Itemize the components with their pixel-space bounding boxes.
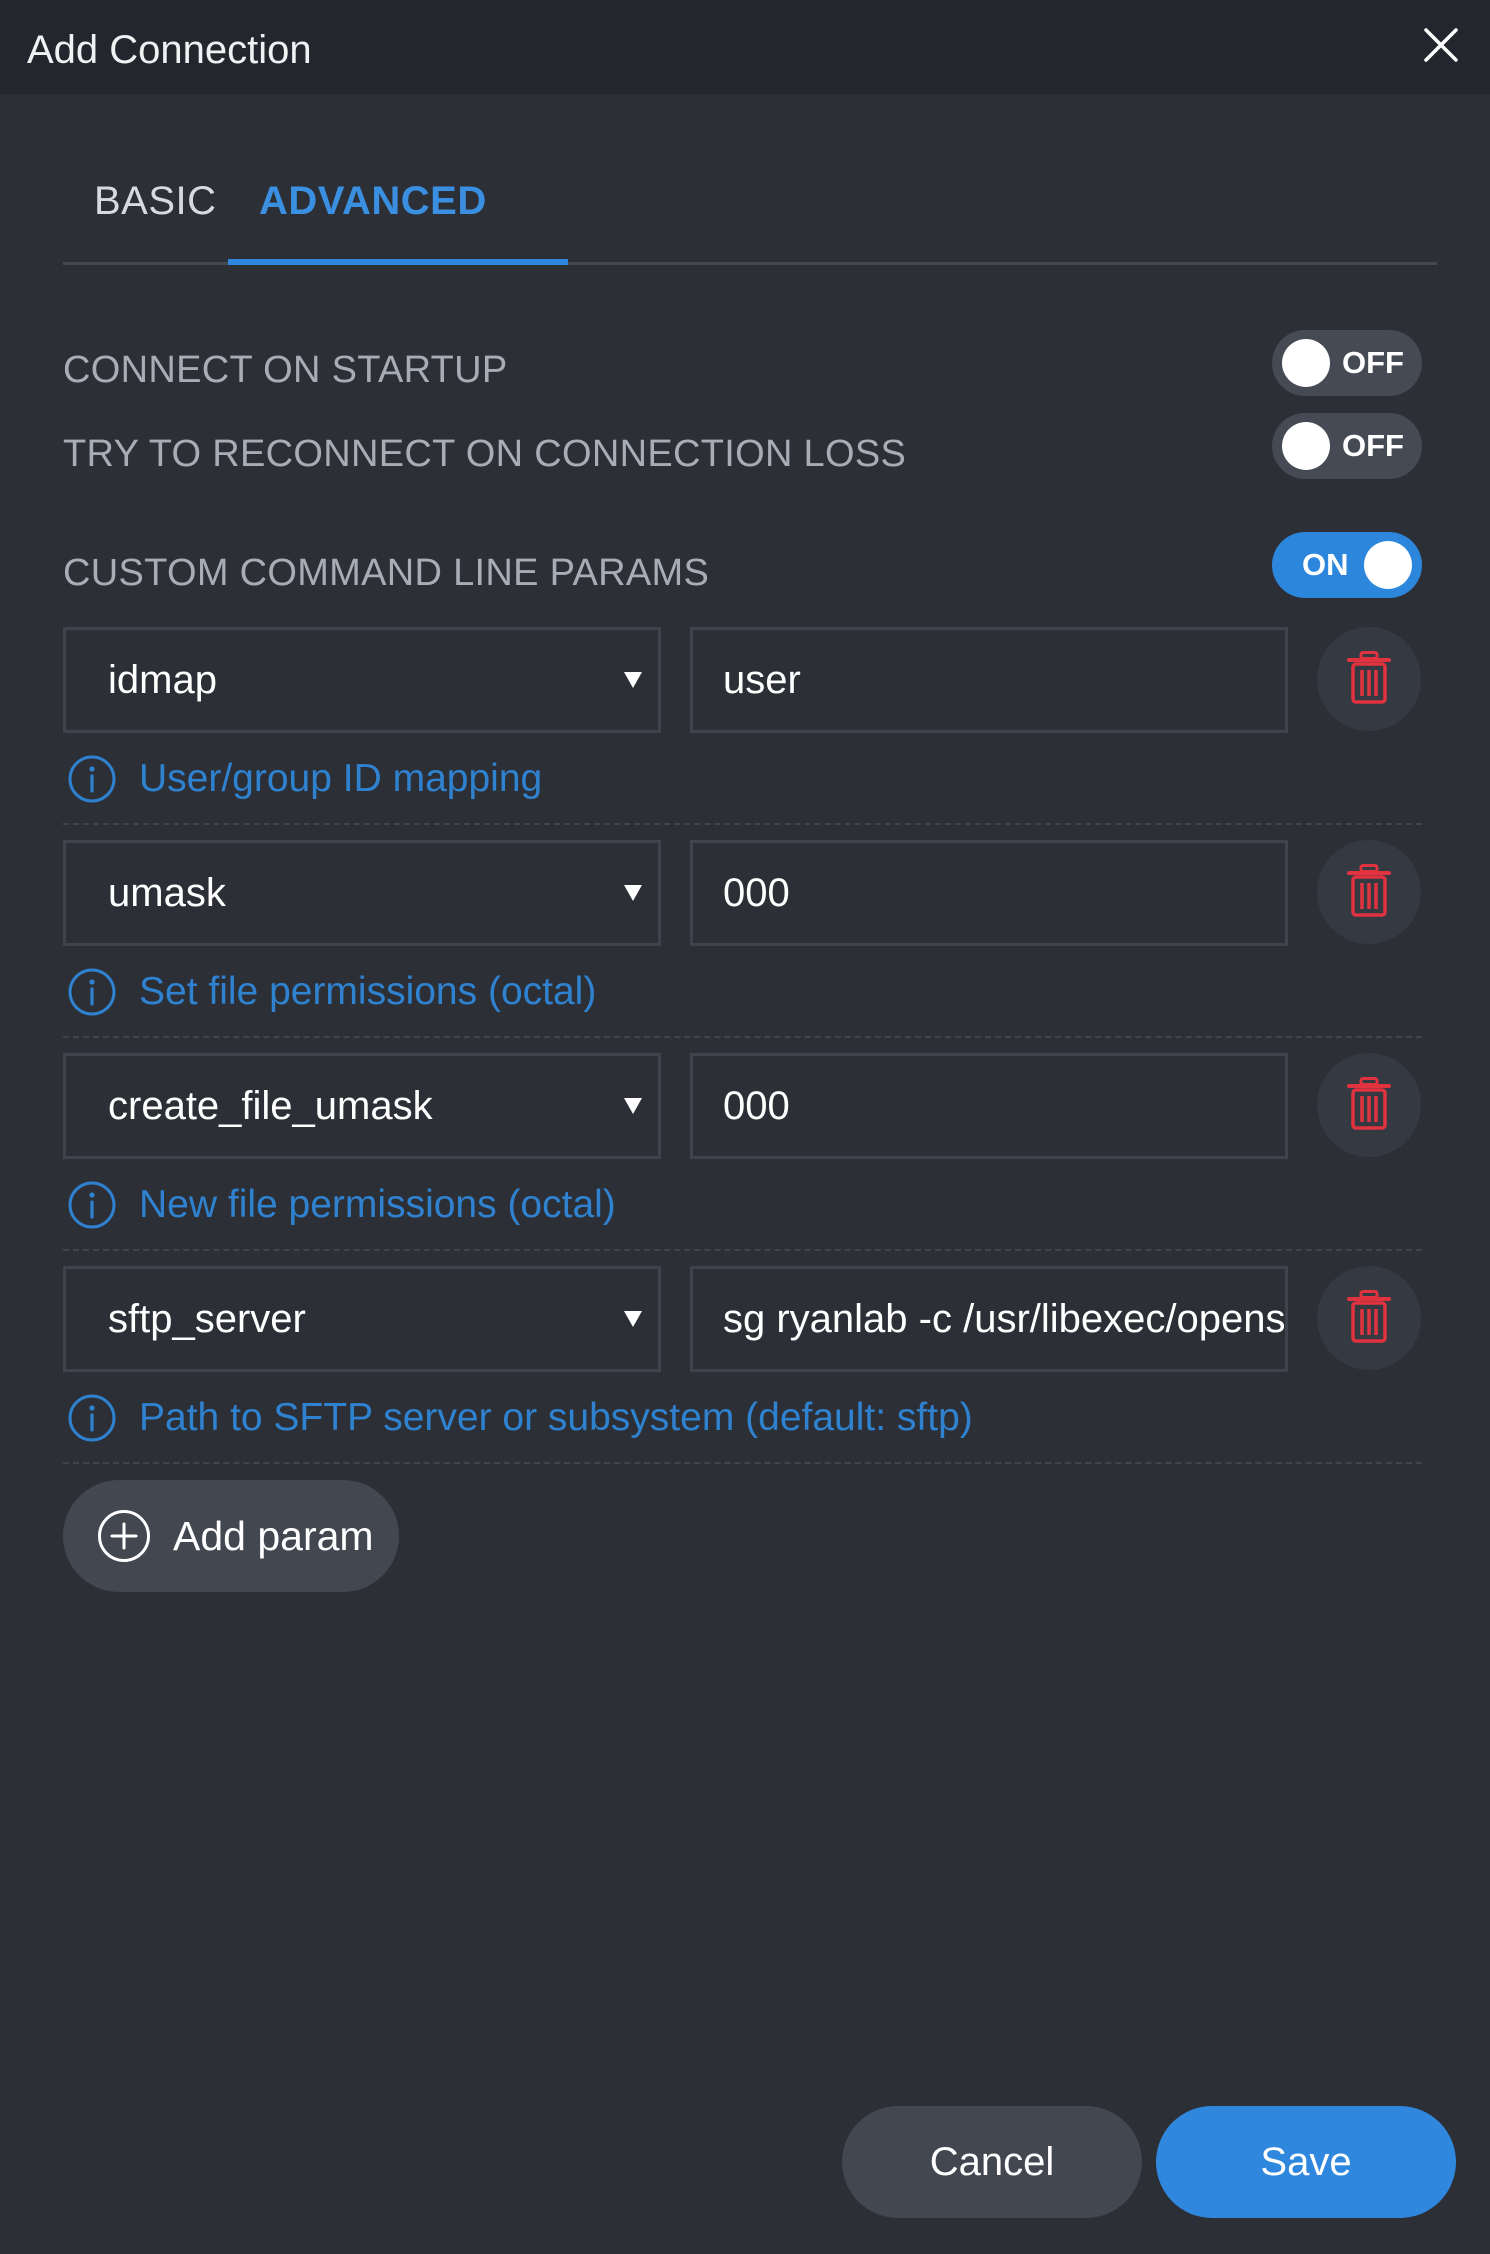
info-icon (68, 1394, 116, 1442)
cancel-button[interactable]: Cancel (842, 2106, 1142, 2218)
toggle-knob (1282, 339, 1330, 387)
param-name-select[interactable]: sftp_server (63, 1266, 661, 1372)
tab-basic[interactable]: BASIC (94, 176, 217, 226)
reconnect-label: TRY TO RECONNECT ON CONNECTION LOSS (63, 433, 907, 475)
row-divider (63, 823, 1422, 825)
close-icon (1424, 28, 1458, 62)
reconnect-toggle[interactable]: OFF (1272, 413, 1422, 479)
caret-down-icon (624, 885, 642, 901)
toggle-knob (1364, 541, 1412, 589)
param-value-input[interactable] (690, 840, 1288, 946)
row-divider (63, 1036, 1422, 1038)
active-tab-indicator (228, 259, 568, 265)
trash-icon (1347, 1290, 1391, 1343)
trash-icon (1347, 1077, 1391, 1130)
param-hint-text: Set file permissions (octal) (139, 970, 597, 1013)
connect-on-startup-toggle[interactable]: OFF (1272, 330, 1422, 396)
delete-param-button[interactable] (1317, 1266, 1421, 1370)
dialog-titlebar: Add Connection (0, 0, 1490, 94)
toggle-knob (1282, 422, 1330, 470)
custom-params-label: CUSTOM COMMAND LINE PARAMS (63, 552, 710, 594)
info-icon (68, 968, 116, 1016)
toggle-state-text: ON (1302, 547, 1349, 582)
param-value-input[interactable] (690, 1053, 1288, 1159)
tab-advanced[interactable]: ADVANCED (259, 176, 487, 226)
param-name-value: sftp_server (108, 1297, 306, 1341)
info-icon (68, 755, 116, 803)
close-button[interactable] (1418, 22, 1464, 68)
param-hint-text: Path to SFTP server or subsystem (defaul… (139, 1396, 973, 1439)
tab-bar: BASIC ADVANCED (63, 150, 1437, 265)
row-divider (63, 1249, 1422, 1251)
caret-down-icon (624, 672, 642, 688)
plus-circle-icon (98, 1510, 150, 1562)
caret-down-icon (624, 1098, 642, 1114)
param-name-select[interactable]: create_file_umask (63, 1053, 661, 1159)
save-button[interactable]: Save (1156, 2106, 1456, 2218)
param-name-select[interactable]: umask (63, 840, 661, 946)
dialog-title: Add Connection (27, 28, 312, 72)
delete-param-button[interactable] (1317, 1053, 1421, 1157)
param-hint-text: User/group ID mapping (139, 757, 543, 800)
trash-icon (1347, 864, 1391, 917)
custom-params-toggle[interactable]: ON (1272, 532, 1422, 598)
param-name-value: idmap (108, 658, 217, 702)
param-name-select[interactable]: idmap (63, 627, 661, 733)
param-name-value: umask (108, 871, 226, 915)
param-hint-text: New file permissions (octal) (139, 1183, 616, 1226)
connect-on-startup-label: CONNECT ON STARTUP (63, 349, 508, 391)
toggle-state-text: OFF (1342, 428, 1404, 463)
info-icon (68, 1181, 116, 1229)
caret-down-icon (624, 1311, 642, 1327)
param-value-input[interactable] (690, 1266, 1288, 1372)
add-param-button[interactable]: Add param (63, 1480, 399, 1592)
add-param-label: Add param (173, 1513, 374, 1559)
delete-param-button[interactable] (1317, 840, 1421, 944)
delete-param-button[interactable] (1317, 627, 1421, 731)
row-divider (63, 1462, 1422, 1464)
param-value-input[interactable] (690, 627, 1288, 733)
param-name-value: create_file_umask (108, 1084, 433, 1128)
toggle-state-text: OFF (1342, 345, 1404, 380)
trash-icon (1347, 651, 1391, 704)
